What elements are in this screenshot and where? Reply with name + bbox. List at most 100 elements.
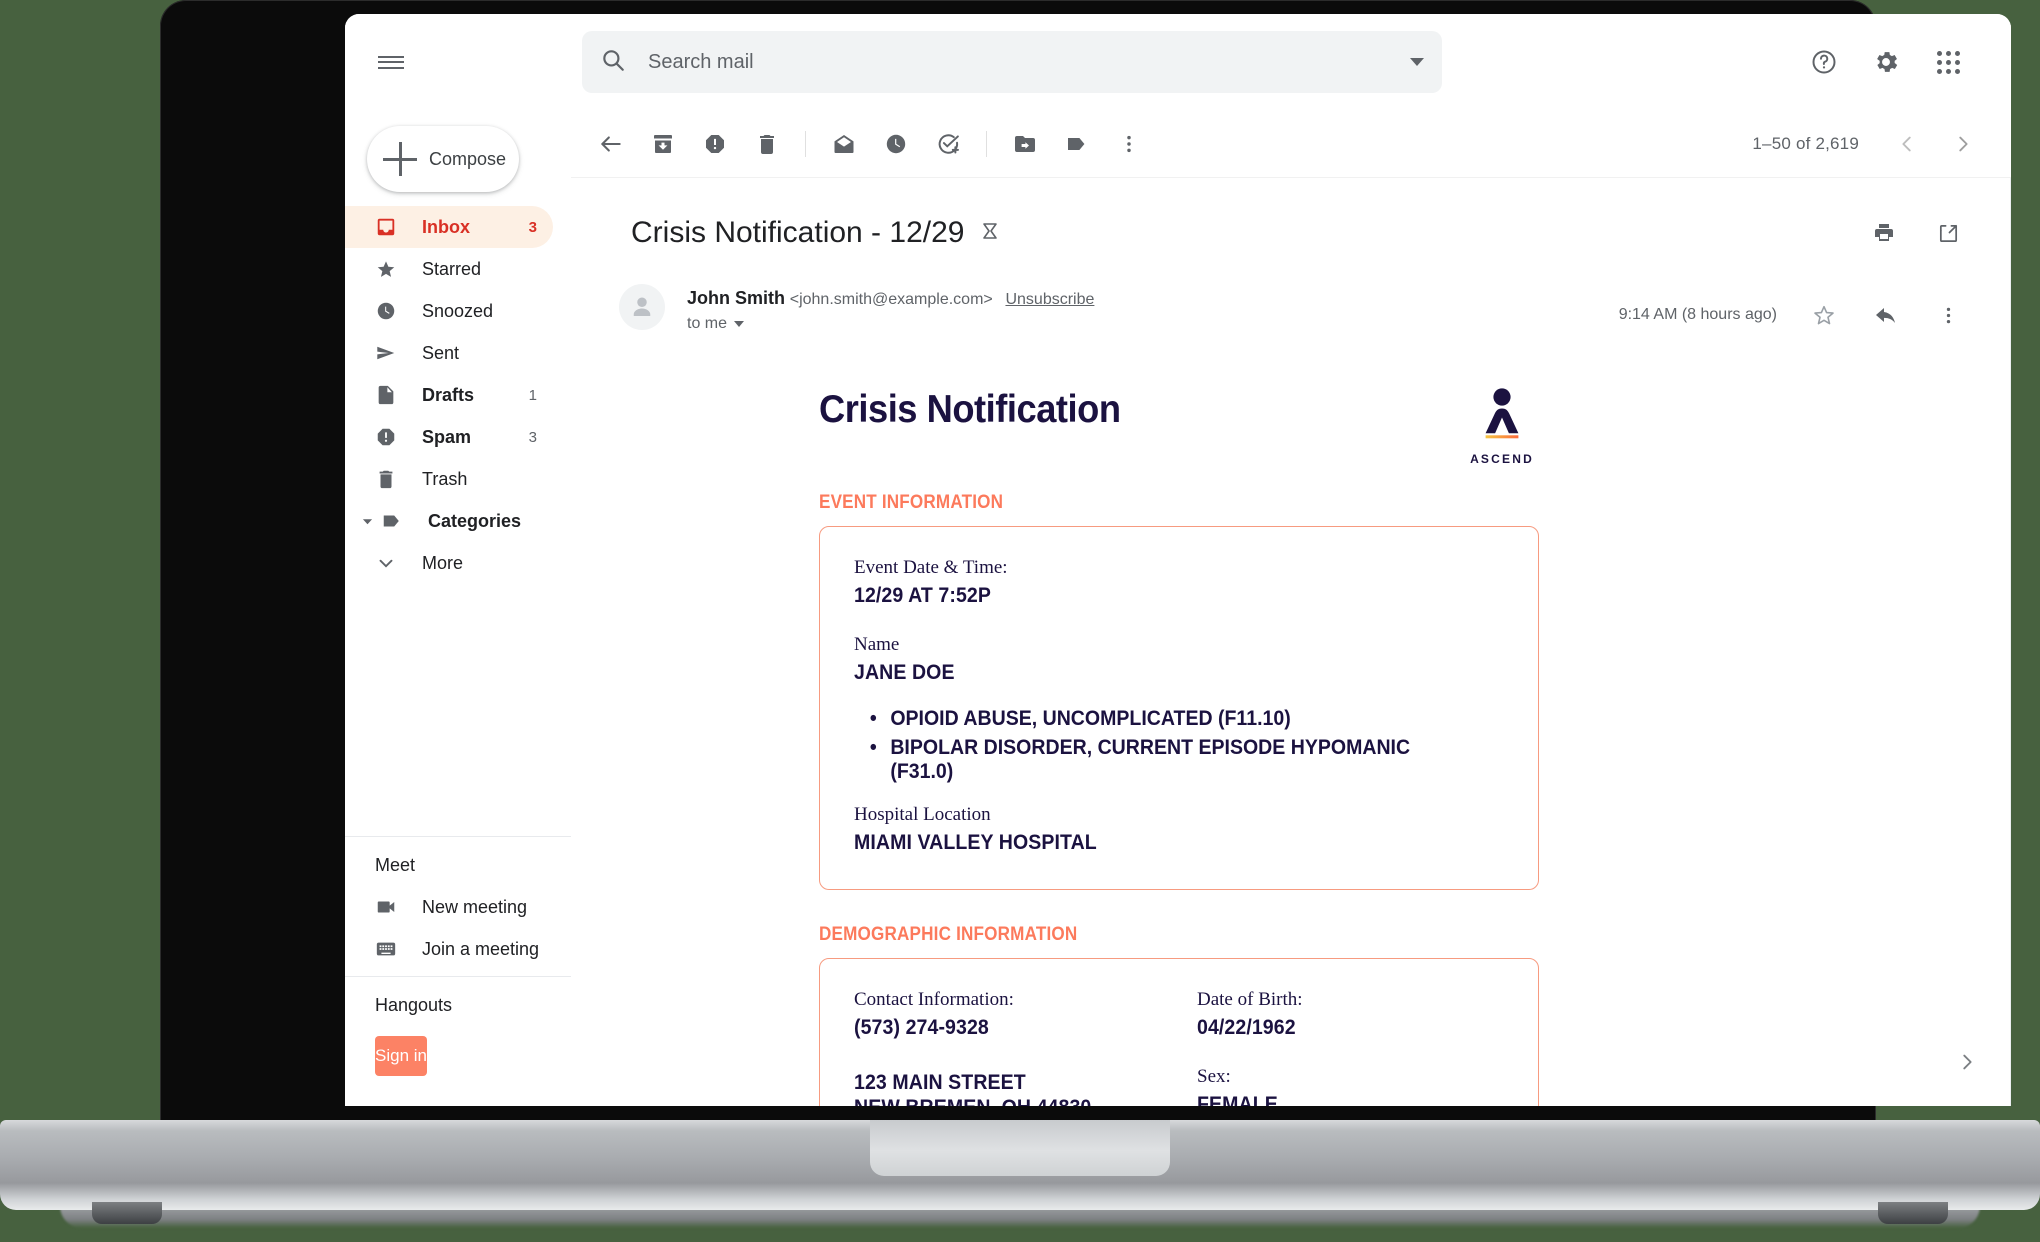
sidebar: Compose Inbox 3 Starred Snoozed Sent Dra…: [345, 110, 571, 1106]
unsubscribe-link[interactable]: Unsubscribe: [1005, 291, 1094, 308]
sidebar-item-count: 1: [528, 386, 537, 404]
sidebar-item-label: Trash: [422, 468, 468, 489]
google-apps-grid-icon[interactable]: [1921, 35, 1975, 89]
meet-section-title: Meet: [375, 855, 416, 875]
plus-icon: [383, 142, 417, 176]
delete-trash-icon[interactable]: [741, 118, 793, 170]
message-header-actions: [1857, 206, 1975, 260]
sidebar-item-label: More: [422, 552, 464, 573]
sidebar-item-join-meeting[interactable]: Join a meeting: [345, 928, 553, 970]
sender-line: John Smith <john.smith@example.com> Unsu…: [687, 288, 1094, 309]
diagnosis-item: BIPOLAR DISORDER, CURRENT EPISODE HYPOMA…: [868, 736, 1459, 784]
more-options-icon[interactable]: [1103, 118, 1155, 170]
sidebar-item-spam[interactable]: Spam 3: [345, 416, 553, 458]
message-actions: 9:14 AM (8 hours ago): [1619, 280, 1975, 342]
search-input[interactable]: [648, 50, 1410, 74]
message-subject: Crisis Notification - 12/29: [631, 216, 965, 249]
field-label-dob: Date of Birth:: [1197, 989, 1303, 1010]
search-icon: [600, 47, 626, 78]
send-icon: [375, 342, 405, 364]
field-value-sex: FEMALE: [1197, 1093, 1278, 1106]
move-to-folder-icon[interactable]: [999, 118, 1051, 170]
compose-label: Compose: [429, 148, 507, 169]
field-value-dob: 04/22/1962: [1197, 1016, 1296, 1039]
star-icon: [375, 258, 405, 280]
sidebar-item-starred[interactable]: Starred: [345, 248, 553, 290]
sidebar-item-more[interactable]: More: [345, 542, 553, 584]
pagination-controls: 1–50 of 2,619: [1752, 118, 1989, 170]
snooze-clock-icon[interactable]: [870, 118, 922, 170]
sidebar-item-sent[interactable]: Sent: [345, 332, 553, 374]
back-arrow-icon[interactable]: [585, 118, 637, 170]
print-icon[interactable]: [1857, 206, 1911, 260]
ascend-logo: ASCEND: [1465, 388, 1539, 466]
keyboard-icon: [375, 938, 405, 960]
sender-name: John Smith: [687, 288, 785, 308]
gear-icon[interactable]: [1859, 35, 1913, 89]
email-document: Crisis Notification ASCEND EVENT INFORMA…: [819, 388, 1539, 1106]
recipient-dropdown[interactable]: to me: [687, 315, 745, 333]
laptop-mockup: Compose Inbox 3: [0, 0, 2040, 1242]
report-spam-icon[interactable]: [689, 118, 741, 170]
hamburger-icon[interactable]: [359, 30, 423, 94]
clock-icon: [375, 300, 405, 322]
sidebar-item-label: Snoozed: [422, 300, 494, 321]
diagnosis-list: OPIOID ABUSE, UNCOMPLICATED (F11.10) BIP…: [868, 707, 1504, 784]
field-label-event-datetime: Event Date & Time:: [854, 557, 1008, 578]
ascend-person-logo-icon: [1476, 388, 1528, 446]
chevron-left-icon[interactable]: [1881, 118, 1933, 170]
recipient-label: to me: [687, 315, 728, 332]
field-value-name: JANE DOE: [854, 661, 955, 684]
laptop-foot-right: [1878, 1202, 1948, 1224]
field-value-address-line2: NEW BREMEN, OH 44830: [854, 1096, 1140, 1106]
sidebar-item-new-meeting[interactable]: New meeting: [345, 886, 553, 928]
chevron-down-icon: [734, 321, 745, 327]
exclamation-icon: [375, 426, 405, 448]
expand-triangle-icon[interactable]: [359, 516, 375, 527]
message-timestamp: 9:14 AM (8 hours ago): [1618, 306, 1777, 323]
sidebar-item-snoozed[interactable]: Snoozed: [345, 290, 553, 332]
message-scroll-area[interactable]: Crisis Notification - 12/29 John Smith <…: [571, 178, 2011, 1106]
archive-icon[interactable]: [637, 118, 689, 170]
sidebar-item-label: Drafts: [422, 384, 475, 405]
more-options-icon[interactable]: [1921, 288, 1975, 342]
scroll-next-button[interactable]: [1945, 1040, 1989, 1084]
mark-as-unread-icon[interactable]: [818, 118, 870, 170]
field-label-sex: Sex:: [1197, 1066, 1231, 1087]
inbox-label-icon[interactable]: [980, 219, 1004, 248]
laptop-foot-left: [92, 1202, 162, 1224]
open-in-new-window-icon[interactable]: [1921, 206, 1975, 260]
trash-icon: [375, 468, 405, 490]
chevron-right-icon[interactable]: [1937, 118, 1989, 170]
field-value-hospital: MIAMI VALLEY HOSPITAL: [854, 831, 1097, 854]
sidebar-item-label: Spam: [422, 426, 472, 447]
star-outline-icon[interactable]: [1797, 288, 1851, 342]
help-icon[interactable]: [1797, 35, 1851, 89]
field-label-hospital: Hospital Location: [854, 804, 991, 825]
sidebar-item-categories[interactable]: Categories: [345, 500, 553, 542]
sidebar-item-inbox[interactable]: Inbox 3: [345, 206, 553, 248]
section-heading-demographic: DEMOGRAPHIC INFORMATION: [819, 924, 1078, 945]
hangouts-sign-in-button[interactable]: Sign in: [375, 1036, 427, 1076]
inbox-icon: [375, 216, 405, 238]
reply-icon[interactable]: [1859, 288, 1913, 342]
demographic-left-column: Contact Information: (573) 274-9328 123 …: [854, 989, 1161, 1106]
toolbar-divider: [805, 130, 806, 157]
add-to-tasks-icon[interactable]: [922, 118, 974, 170]
app-body: Compose Inbox 3 Starred Snoozed Sent Dra…: [345, 110, 2011, 1106]
subject-row: Crisis Notification - 12/29: [571, 178, 2011, 270]
show-search-options-icon[interactable]: [1410, 58, 1424, 66]
compose-button[interactable]: Compose: [367, 126, 519, 192]
search-bar[interactable]: [582, 31, 1442, 93]
diagnosis-item: OPIOID ABUSE, UNCOMPLICATED (F11.10): [868, 707, 1459, 731]
new-meeting-label: New meeting: [422, 896, 528, 917]
labels-tag-icon[interactable]: [1051, 118, 1103, 170]
field-label-name: Name: [854, 634, 900, 655]
toolbar-divider: [986, 130, 987, 157]
laptop-screen: Compose Inbox 3: [345, 14, 2011, 1106]
sidebar-item-trash[interactable]: Trash: [345, 458, 553, 500]
sidebar-item-drafts[interactable]: Drafts 1: [345, 374, 553, 416]
